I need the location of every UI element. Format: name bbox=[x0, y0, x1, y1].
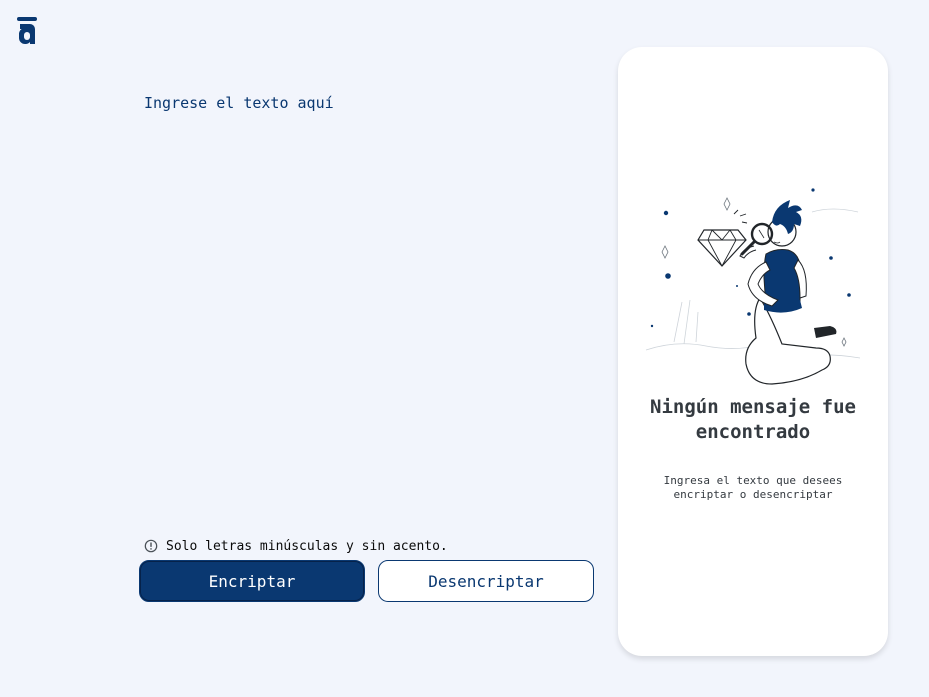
output-title: Ningún mensaje fue encontrado bbox=[650, 396, 856, 443]
hint-text: Solo letras minúsculas y sin acento. bbox=[166, 538, 448, 554]
person-with-magnifying-glass-illustration bbox=[645, 188, 861, 385]
info-icon bbox=[144, 539, 158, 553]
output-message: Ingresa el texto que desees encriptar o … bbox=[663, 474, 843, 501]
encrypt-button[interactable]: Encriptar bbox=[139, 560, 365, 602]
page: Solo letras minúsculas y sin acento. Enc… bbox=[0, 0, 929, 697]
hint: Solo letras minúsculas y sin acento. bbox=[144, 537, 448, 555]
alura-logo-icon[interactable] bbox=[16, 16, 38, 46]
text-input[interactable] bbox=[140, 88, 580, 508]
output-panel: Ningún mensaje fue encontrado Ingresa el… bbox=[618, 47, 888, 656]
decrypt-button[interactable]: Desencriptar bbox=[378, 560, 594, 602]
